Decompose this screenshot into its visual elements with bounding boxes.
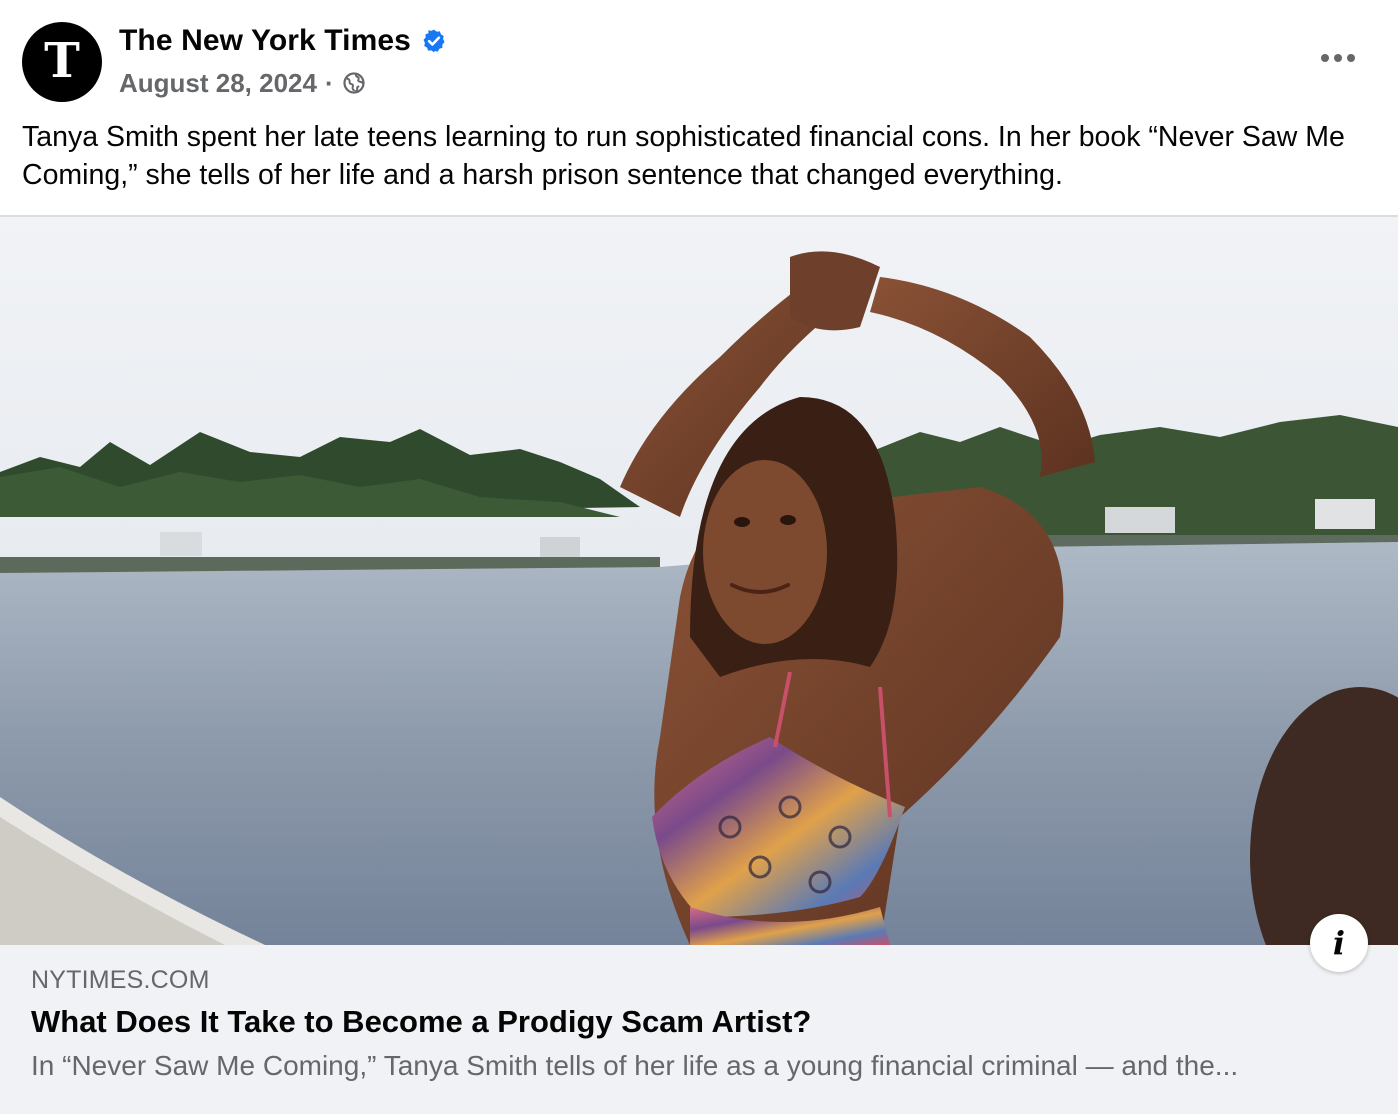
info-button[interactable]: i <box>1310 914 1368 972</box>
facebook-post: T The New York Times August 28, 2024 · T… <box>0 0 1398 1114</box>
page-name-row: The New York Times <box>119 22 447 60</box>
more-options-icon <box>1321 54 1329 62</box>
post-meta: August 28, 2024 · <box>119 66 366 100</box>
info-icon: i <box>1332 924 1346 962</box>
more-options-button[interactable] <box>1310 38 1366 78</box>
verified-badge-icon <box>423 29 445 53</box>
more-options-icon <box>1334 54 1342 62</box>
more-options-icon <box>1347 54 1355 62</box>
post-date-link[interactable]: August 28, 2024 <box>119 68 317 99</box>
page-name-link[interactable]: The New York Times <box>119 24 411 58</box>
nyt-logo: T <box>44 33 80 89</box>
link-domain: NYTIMES.COM <box>31 966 210 994</box>
link-title[interactable]: What Does It Take to Become a Prodigy Sc… <box>31 1004 811 1040</box>
post-caption: Tanya Smith spent her late teens learnin… <box>22 121 1345 191</box>
globe-icon[interactable] <box>342 71 366 95</box>
meta-separator: · <box>324 67 334 98</box>
post-header: T The New York Times August 28, 2024 · <box>0 0 1398 112</box>
page-avatar[interactable]: T <box>22 22 102 102</box>
link-description: In “Never Saw Me Coming,” Tanya Smith te… <box>31 1050 1239 1081</box>
article-photo[interactable] <box>0 217 1398 945</box>
